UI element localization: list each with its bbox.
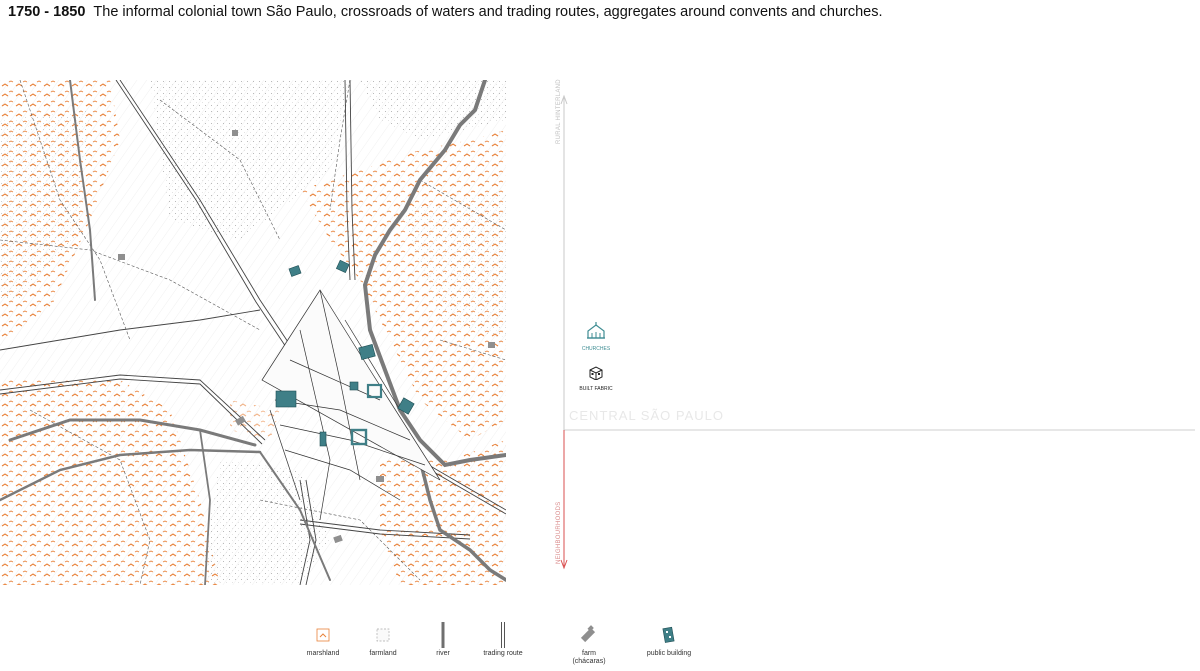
farm-icon — [580, 625, 596, 643]
legend-public-building: public building — [629, 620, 709, 658]
legend-farm-sublabel: (chácaras) — [572, 658, 606, 665]
diagram-axes — [560, 94, 1195, 570]
trading-route-icon — [501, 622, 505, 648]
development-diagram: RURAL HINTERLAND NEIGHBOURHOODS CENTRAL … — [545, 79, 1200, 580]
churches-icon-group: CHURCHES — [576, 322, 616, 352]
legend-public-building-label: public building — [646, 650, 692, 657]
legend-trading-route: trading route — [463, 620, 543, 658]
built-fabric-icon-group: BUILT FABRIC — [576, 364, 616, 392]
building-block-icon — [589, 366, 603, 381]
church-icon — [587, 322, 605, 339]
river-icon — [441, 622, 445, 648]
axis-down-label: NEIGHBOURHOODS — [556, 501, 562, 564]
map-legend: marshland farmland river trading route f… — [0, 620, 1200, 671]
historic-map — [0, 80, 506, 585]
legend-farm: farm (chácaras) — [549, 620, 629, 666]
legend-farm-label: farm — [582, 650, 596, 657]
central-label: CENTRAL SÃO PAULO — [569, 408, 724, 423]
farmland-icon — [376, 628, 390, 642]
marshland-icon — [316, 628, 330, 642]
page-title: 1750 - 1850 The informal colonial town Sã… — [8, 4, 883, 20]
legend-trading-route-label: trading route — [483, 650, 523, 657]
built-fabric-label: BUILT FABRIC — [579, 386, 613, 392]
period-years: 1750 - 1850 — [8, 4, 86, 20]
title-caption: The informal colonial town São Paulo, cr… — [93, 4, 883, 20]
axis-up-label: RURAL HINTERLAND — [556, 79, 562, 144]
public-building-icon — [662, 626, 675, 643]
map-drawing — [0, 80, 506, 585]
churches-label: CHURCHES — [581, 346, 611, 352]
